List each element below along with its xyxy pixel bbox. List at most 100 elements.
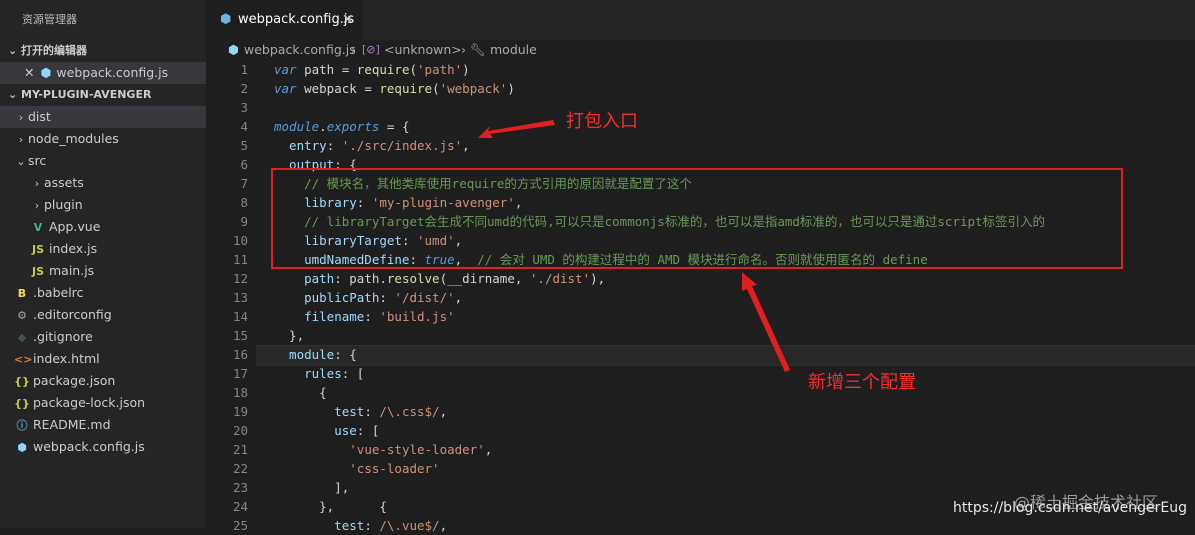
code-token: /\.css$/ [379, 404, 440, 419]
entry-annotation: 打包入口 [566, 111, 638, 132]
tree-item[interactable]: › assets [0, 172, 206, 194]
symbol-icon: [⊘] [362, 43, 380, 56]
code-token: entry [274, 138, 327, 153]
code-line: ], [274, 478, 349, 497]
tree-item-label: package-lock.json [33, 395, 146, 410]
tree-item[interactable]: V App.vue [0, 216, 206, 238]
url-watermark: https://blog.csdn.net/avengerEug [953, 500, 1187, 516]
tree-item[interactable]: ⚙ .editorconfig [0, 304, 206, 326]
tree-item[interactable]: › plugin [0, 194, 206, 216]
tree-item-label: index.html [33, 351, 100, 366]
code-token: require [356, 62, 410, 77]
breadcrumb-module[interactable]: module [490, 40, 537, 60]
tree-item[interactable]: ⬢ webpack.config.js [0, 436, 206, 458]
chevron-down-icon: ⌄ [8, 44, 22, 57]
file-type-icon: B [17, 287, 27, 300]
file-type-icon: JS [31, 265, 44, 278]
code-token: '/dist/' [394, 290, 455, 305]
code-token: ], [274, 480, 350, 495]
code-token: , [462, 138, 470, 153]
code-token: module [274, 347, 335, 362]
code-token: resolve [386, 271, 440, 286]
file-type-icon: JS [31, 243, 44, 256]
code-token: 'path' [417, 62, 463, 77]
line-number: 2 [240, 81, 248, 96]
code-token: : path. [334, 271, 387, 286]
tree-item[interactable]: B .babelrc [0, 282, 206, 304]
line-number: 18 [232, 385, 248, 400]
tree-item-label: README.md [33, 417, 111, 432]
project-section[interactable]: ⌄ MY-PLUGIN-AVENGER [0, 84, 206, 106]
code-line: 'vue-style-loader', [274, 440, 492, 459]
code-token: path [296, 62, 342, 77]
code-token: , [439, 518, 448, 533]
code-line: var path = require('path') [274, 60, 470, 79]
code-token: ( [409, 62, 418, 77]
code-token: exports [326, 119, 380, 134]
code-line: 'css-loader' [274, 459, 440, 478]
close-icon[interactable]: ✕ [24, 65, 34, 80]
file-type-icon: V [33, 221, 43, 234]
open-editor-label: webpack.config.js [56, 65, 169, 80]
code-token: = { [379, 119, 410, 134]
code-token: : [364, 404, 380, 419]
open-editors-section[interactable]: ⌄ 打开的编辑器 [0, 40, 206, 62]
code-line: }, [274, 326, 304, 345]
code-token: publicPath [274, 290, 380, 305]
tree-item-label: App.vue [49, 219, 101, 234]
code-line: var webpack = require('webpack') [274, 79, 515, 98]
arrow-to-entry [478, 120, 555, 138]
webpack-icon: ⬢ [220, 12, 232, 27]
tree-item[interactable]: ◆ .gitignore [0, 326, 206, 348]
code-line: publicPath: '/dist/', [274, 288, 462, 307]
file-type-icon: {} [14, 375, 30, 388]
tree-item[interactable]: › node_modules [0, 128, 206, 150]
tab-close-icon[interactable]: ✕ [342, 0, 354, 40]
line-number: 24 [232, 499, 248, 514]
code-token: = [364, 81, 372, 96]
tab-webpack-config[interactable]: ⬢ webpack.config.js ✕ [206, 0, 362, 40]
tree-item[interactable]: {} package-lock.json [0, 392, 206, 414]
line-number: 19 [232, 404, 248, 419]
breadcrumb-unknown[interactable]: <unknown> [384, 40, 462, 60]
tab-label: webpack.config.js [238, 12, 355, 27]
tree-item[interactable]: ⌄ src [0, 150, 206, 172]
code-line: module: { [274, 345, 357, 364]
line-number: 1 [240, 62, 248, 77]
line-number: 5 [240, 138, 248, 153]
tree-item-label: dist [28, 109, 51, 124]
code-token: 'css-loader' [349, 461, 440, 476]
file-type-icon: {} [14, 397, 30, 410]
project-label: MY-PLUGIN-AVENGER [21, 88, 152, 101]
code-token: : [379, 290, 395, 305]
file-type-icon: ⬢ [17, 441, 27, 454]
tree-item[interactable]: JS main.js [0, 260, 206, 282]
line-number: 21 [232, 442, 248, 457]
line-number: 8 [240, 195, 248, 210]
tree-item[interactable]: JS index.js [0, 238, 206, 260]
line-number: 23 [232, 480, 248, 495]
webpack-icon: ⬢ [40, 65, 52, 80]
code-line: module.exports = { [274, 117, 409, 136]
code-token: . [319, 119, 327, 134]
breadcrumb-separator: › [461, 42, 466, 57]
tree-item-label: .gitignore [33, 329, 93, 344]
tree-item-label: package.json [33, 373, 116, 388]
code-token: './src/index.js' [341, 138, 463, 153]
breadcrumb-file[interactable]: webpack.config.js [244, 40, 356, 60]
file-type-icon: ⚙ [17, 309, 27, 322]
code-token: filename [274, 309, 365, 324]
tree-item-label: webpack.config.js [33, 439, 145, 454]
open-editor-item[interactable]: ✕ ⬢ webpack.config.js [0, 62, 206, 84]
code-token: /\.vue$/ [379, 518, 440, 533]
code-token: : [364, 518, 380, 533]
code-token: ( [432, 81, 440, 96]
tree-item[interactable]: ⓘ README.md [0, 414, 206, 436]
new-config-annotation: 新增三个配置 [808, 372, 916, 393]
code-token: module [274, 119, 320, 134]
tree-item[interactable]: › dist [0, 106, 206, 128]
tree-item[interactable]: {} package.json [0, 370, 206, 392]
tree-item[interactable]: <>index.html [0, 348, 206, 370]
line-number: 13 [232, 290, 248, 305]
code-token: var [274, 81, 297, 96]
